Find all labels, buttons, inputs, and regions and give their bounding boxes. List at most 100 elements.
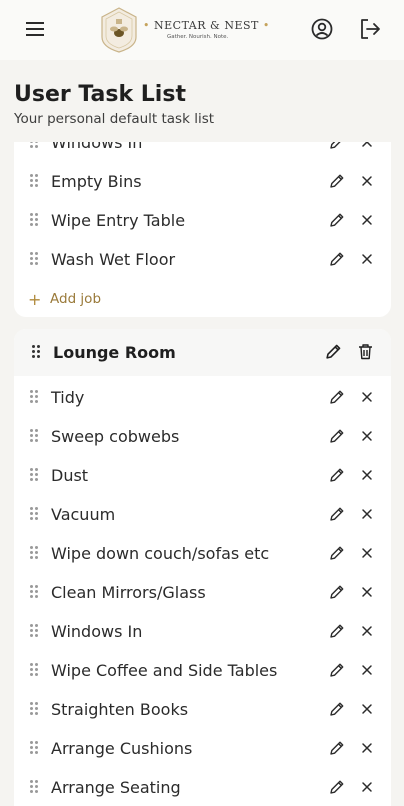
task-label: Wash Wet Floor (51, 250, 176, 269)
task-row[interactable]: Straighten Books (14, 690, 391, 729)
room-card: Windows In Empty Bins Wipe Entry Table W… (14, 142, 391, 317)
task-row[interactable]: Arrange Cushions (14, 729, 391, 768)
close-icon[interactable] (360, 624, 374, 638)
pencil-icon[interactable] (329, 584, 345, 600)
pencil-icon[interactable] (329, 251, 345, 267)
pencil-icon[interactable] (329, 740, 345, 756)
task-row[interactable]: Tidy (14, 378, 391, 417)
pencil-icon[interactable] (329, 545, 345, 561)
page-subtitle: Your personal default task list (14, 111, 215, 127)
drag-handle-icon[interactable] (30, 429, 38, 443)
brand-dot-left: • (143, 19, 150, 32)
task-label: Wipe Entry Table (51, 211, 186, 230)
pencil-icon[interactable] (329, 506, 345, 522)
menu-button[interactable] (21, 15, 49, 43)
pencil-icon[interactable] (329, 212, 345, 228)
drag-handle-icon[interactable] (30, 390, 38, 404)
brand-name: • NECTAR & NEST • (143, 19, 269, 32)
logout-icon (360, 19, 380, 39)
task-row[interactable]: Vacuum (14, 495, 391, 534)
close-icon[interactable] (360, 663, 374, 677)
task-label: Wipe Coffee and Side Tables (51, 661, 278, 680)
task-label: Arrange Cushions (51, 739, 193, 758)
task-label: Vacuum (51, 505, 116, 524)
account-button[interactable] (308, 15, 336, 43)
brand-tagline: Gather. Nourish. Note. (167, 34, 229, 40)
task-row[interactable]: Windows In (14, 142, 391, 162)
logout-button[interactable] (356, 15, 384, 43)
close-icon[interactable] (360, 142, 374, 149)
close-icon[interactable] (360, 213, 374, 227)
drag-handle-icon[interactable] (30, 213, 38, 227)
pencil-icon[interactable] (325, 343, 342, 360)
pencil-icon[interactable] (329, 779, 345, 795)
drag-handle-icon[interactable] (30, 585, 38, 599)
room-card-lounge: Lounge Room Tidy Sweep cobwebs Dust Vacu… (14, 329, 391, 806)
add-job-button[interactable]: + Add job (28, 289, 101, 309)
close-icon[interactable] (360, 741, 374, 755)
task-label: Windows In (51, 142, 143, 152)
pencil-icon[interactable] (329, 173, 345, 189)
task-row[interactable]: Empty Bins (14, 162, 391, 201)
drag-handle-icon[interactable] (30, 468, 38, 482)
drag-handle-icon[interactable] (30, 702, 38, 716)
page-title: User Task List (14, 82, 186, 107)
drag-handle-icon[interactable] (30, 174, 38, 188)
logo-badge-icon (101, 7, 137, 53)
drag-handle-icon[interactable] (32, 345, 40, 359)
close-icon[interactable] (360, 507, 374, 521)
close-icon[interactable] (360, 174, 374, 188)
pencil-icon[interactable] (329, 428, 345, 444)
task-label: Empty Bins (51, 172, 142, 191)
brand-logo[interactable]: • NECTAR & NEST • Gather. Nourish. Note. (99, 7, 269, 53)
task-row[interactable]: Wipe down couch/sofas etc (14, 534, 391, 573)
close-icon[interactable] (360, 546, 374, 560)
task-label: Dust (51, 466, 89, 485)
drag-handle-icon[interactable] (30, 546, 38, 560)
task-label: Windows In (51, 622, 143, 641)
pencil-icon[interactable] (329, 389, 345, 405)
task-row[interactable]: Dust (14, 456, 391, 495)
task-label: Sweep cobwebs (51, 427, 180, 446)
task-row[interactable]: Clean Mirrors/Glass (14, 573, 391, 612)
close-icon[interactable] (360, 780, 374, 794)
app-header: • NECTAR & NEST • Gather. Nourish. Note. (0, 0, 404, 60)
close-icon[interactable] (360, 468, 374, 482)
drag-handle-icon[interactable] (30, 624, 38, 638)
task-label: Wipe down couch/sofas etc (51, 544, 270, 563)
task-row[interactable]: Wash Wet Floor (14, 240, 391, 279)
room-title: Lounge Room (53, 343, 176, 362)
task-row[interactable]: Windows In (14, 612, 391, 651)
pencil-icon[interactable] (329, 623, 345, 639)
plus-icon: + (28, 289, 42, 309)
task-label: Clean Mirrors/Glass (51, 583, 206, 602)
close-icon[interactable] (360, 702, 374, 716)
brand-dot-right: • (262, 19, 270, 32)
task-row[interactable]: Arrange Seating (14, 768, 391, 806)
trash-icon[interactable] (358, 343, 373, 360)
pencil-icon[interactable] (329, 662, 345, 678)
task-label: Arrange Seating (51, 778, 181, 797)
brand-name-text: NECTAR & NEST (154, 19, 259, 32)
drag-handle-icon[interactable] (30, 507, 38, 521)
task-label: Straighten Books (51, 700, 189, 719)
task-row[interactable]: Wipe Entry Table (14, 201, 391, 240)
pencil-icon[interactable] (329, 467, 345, 483)
task-row[interactable]: Wipe Coffee and Side Tables (14, 651, 391, 690)
task-row[interactable]: Sweep cobwebs (14, 417, 391, 456)
add-job-label: Add job (50, 291, 102, 307)
drag-handle-icon[interactable] (30, 741, 38, 755)
drag-handle-icon[interactable] (30, 142, 38, 149)
drag-handle-icon[interactable] (30, 252, 38, 266)
pencil-icon[interactable] (329, 701, 345, 717)
task-list-scroll-area[interactable]: Windows In Empty Bins Wipe Entry Table W… (0, 142, 404, 806)
drag-handle-icon[interactable] (30, 780, 38, 794)
close-icon[interactable] (360, 429, 374, 443)
task-label: Tidy (51, 388, 85, 407)
close-icon[interactable] (360, 252, 374, 266)
close-icon[interactable] (360, 390, 374, 404)
room-card-header: Lounge Room (14, 329, 391, 376)
close-icon[interactable] (360, 585, 374, 599)
drag-handle-icon[interactable] (30, 663, 38, 677)
pencil-icon[interactable] (329, 142, 345, 150)
